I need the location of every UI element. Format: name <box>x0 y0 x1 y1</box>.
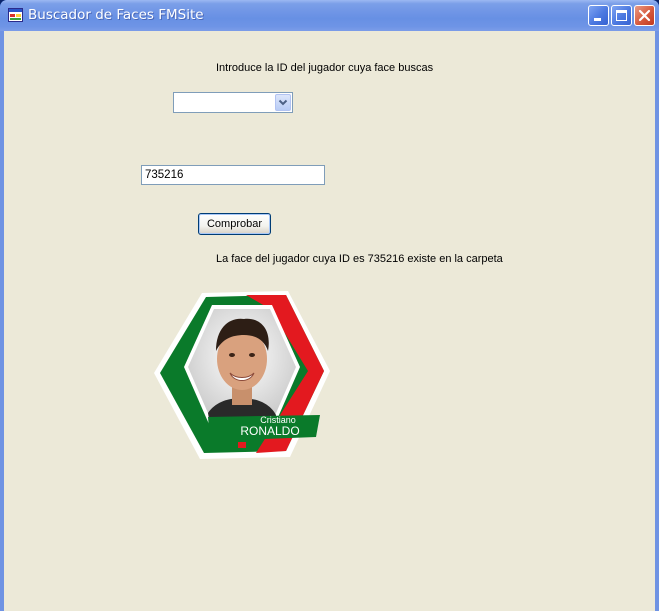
combo-dropdown-button[interactable] <box>275 94 291 111</box>
window-frame-right <box>655 31 659 611</box>
maximize-icon <box>616 10 627 21</box>
chevron-down-icon <box>278 99 288 106</box>
prompt-label: Introduce la ID del jugador cuya face bu… <box>216 62 434 74</box>
maximize-button[interactable] <box>611 5 632 26</box>
result-message: La face del jugador cuya ID es 735216 ex… <box>216 253 503 265</box>
player-last-name: RONALDO <box>240 424 299 438</box>
window-title: Buscador de Faces FMSite <box>28 7 204 23</box>
comprobar-button[interactable]: Comprobar <box>198 213 271 235</box>
minimize-button[interactable] <box>588 5 609 26</box>
close-button[interactable] <box>634 5 655 26</box>
player-face-image: Cristiano RONALDO <box>154 291 330 459</box>
app-window-icon <box>8 8 23 22</box>
player-id-input[interactable] <box>141 165 325 185</box>
app-window: Buscador de Faces FMSite Introduce la ID… <box>0 0 659 611</box>
close-icon <box>638 9 651 22</box>
form-client-area: Introduce la ID del jugador cuya face bu… <box>4 31 655 611</box>
player-id-combobox[interactable] <box>173 92 293 113</box>
minimize-icon <box>594 18 601 21</box>
title-bar[interactable]: Buscador de Faces FMSite <box>0 0 659 31</box>
